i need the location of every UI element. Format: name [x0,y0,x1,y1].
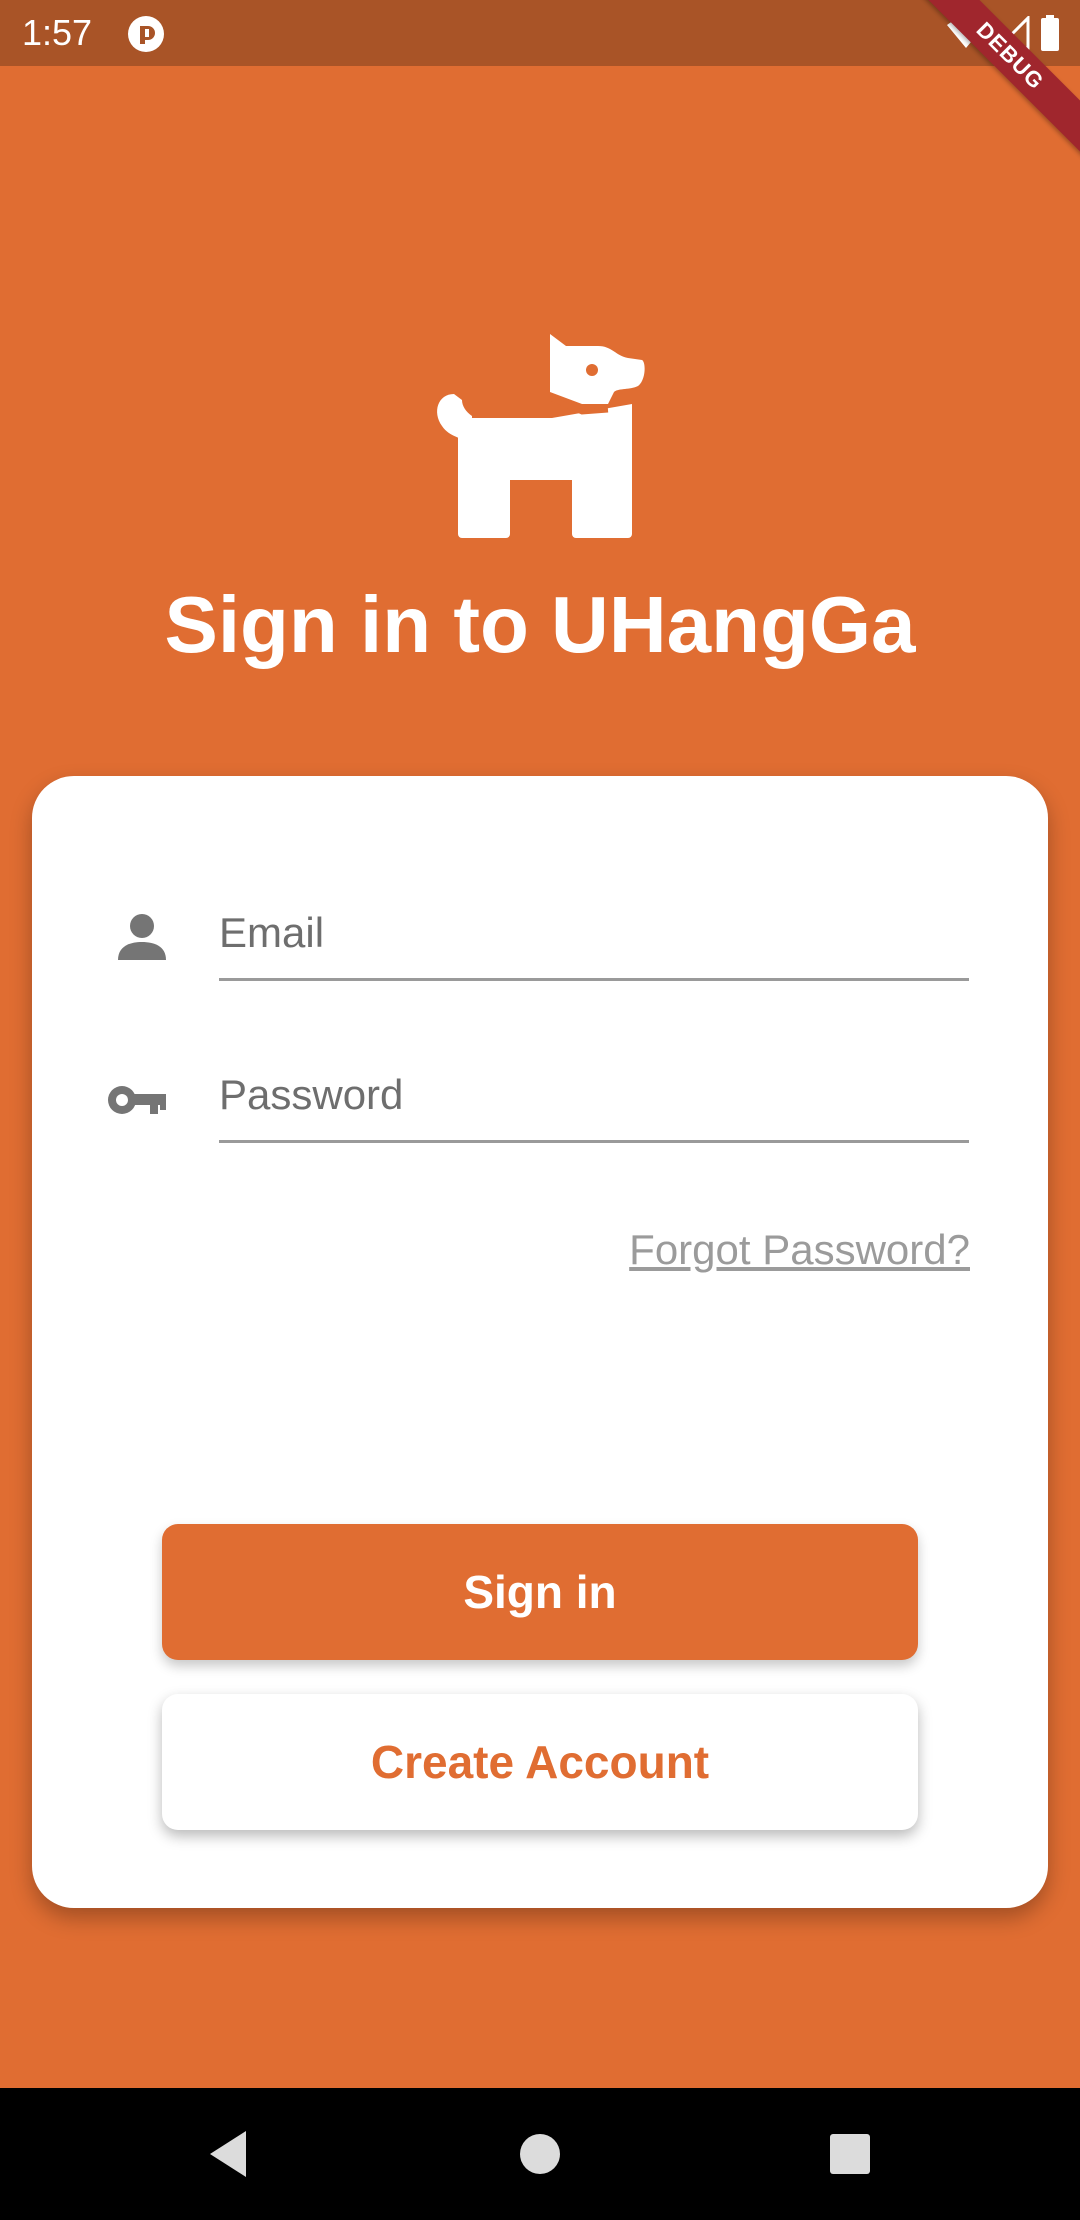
back-button[interactable] [196,2122,260,2186]
dog-icon [437,334,645,538]
sign-in-card: Forgot Password? Sign in Create Account [32,776,1048,1908]
status-time: 1:57 [22,12,93,53]
battery-icon [1041,15,1059,51]
create-account-button[interactable]: Create Account [162,1694,918,1830]
key-icon [108,1086,166,1114]
password-field-row [32,1038,1048,1158]
app-notification-icon [128,16,164,52]
sign-in-screen: 1:57 DEBUG Sign in to UHangGa Email Forg… [0,0,1080,2220]
recents-icon [830,2134,870,2174]
home-icon [520,2134,560,2174]
page-title: Sign in to UHangGa [164,580,916,669]
forgot-password-link[interactable]: Forgot Password? [629,1220,970,1280]
home-button[interactable] [508,2122,572,2186]
password-field[interactable] [219,1050,969,1143]
navigation-bar [0,2088,1080,2220]
email-field[interactable] [219,888,969,981]
recents-button[interactable] [818,2122,882,2186]
person-icon [118,914,166,960]
email-field-row [32,876,1048,996]
sign-in-button[interactable]: Sign in [162,1524,918,1660]
back-icon [210,2131,246,2177]
status-bar: 1:57 DEBUG [0,0,1080,168]
